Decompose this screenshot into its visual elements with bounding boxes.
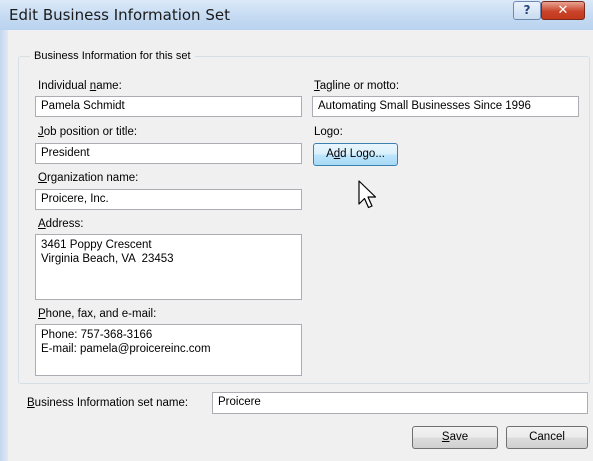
logo-label: Logo: [314,126,343,138]
label-text: ddress: [45,218,84,230]
label-accesskey: P [38,308,46,320]
organization-input[interactable]: Proicere, Inc. [35,189,302,210]
save-button[interactable]: Save [412,426,498,449]
add-logo-button[interactable]: Add Logo... [313,143,398,166]
individual-name-label: Individual name: [38,80,122,92]
label-accesskey: O [38,172,47,184]
individual-name-input[interactable]: Pamela Schmidt [35,96,302,117]
button-text: ave [449,431,469,443]
tagline-label: Tagline or motto: [314,80,399,92]
set-name-input[interactable]: Proicere [212,392,588,414]
tagline-input[interactable]: Automating Small Businesses Since 1996 [312,96,579,117]
label-text: ame: [96,80,122,92]
label-accesskey: B [27,397,35,409]
help-button[interactable]: ? [513,1,541,20]
organization-label: Organization name: [38,172,138,184]
window-frame [0,30,8,461]
phone-fax-email-textarea[interactable]: Phone: 757-368-3166 E-mail: pamela@proic… [35,324,302,376]
label-text: ob position or title: [43,126,138,138]
mouse-pointer-icon [358,180,377,209]
label-text: usiness Information set name: [34,397,189,409]
label-text: hone, fax, and e-mail: [45,308,157,320]
job-title-label: Job position or title: [38,126,137,138]
label-text: agline or motto: [319,80,400,92]
title-bar: Edit Business Information Set ? ✕ [0,0,593,31]
groupbox-legend: Business Information for this set [30,50,195,62]
phone-label: Phone, fax, and e-mail: [38,308,156,320]
button-text: d Logo... [340,148,385,160]
dialog-title: Edit Business Information Set [9,6,230,24]
close-button[interactable]: ✕ [541,1,585,20]
label-accesskey: A [38,218,46,230]
button-text: A [326,148,334,160]
edit-business-info-dialog: Edit Business Information Set ? ✕ Busine… [0,0,593,461]
label-text: rganization name: [46,172,139,184]
set-name-label: Business Information set name: [27,397,188,409]
job-title-input[interactable]: President [35,143,302,164]
label-text: Individual [38,80,90,92]
cancel-button[interactable]: Cancel [506,426,588,449]
button-accesskey: S [441,431,450,443]
address-label: Address: [38,218,83,230]
address-textarea[interactable]: 3461 Poppy Crescent Virginia Beach, VA 2… [35,234,302,300]
